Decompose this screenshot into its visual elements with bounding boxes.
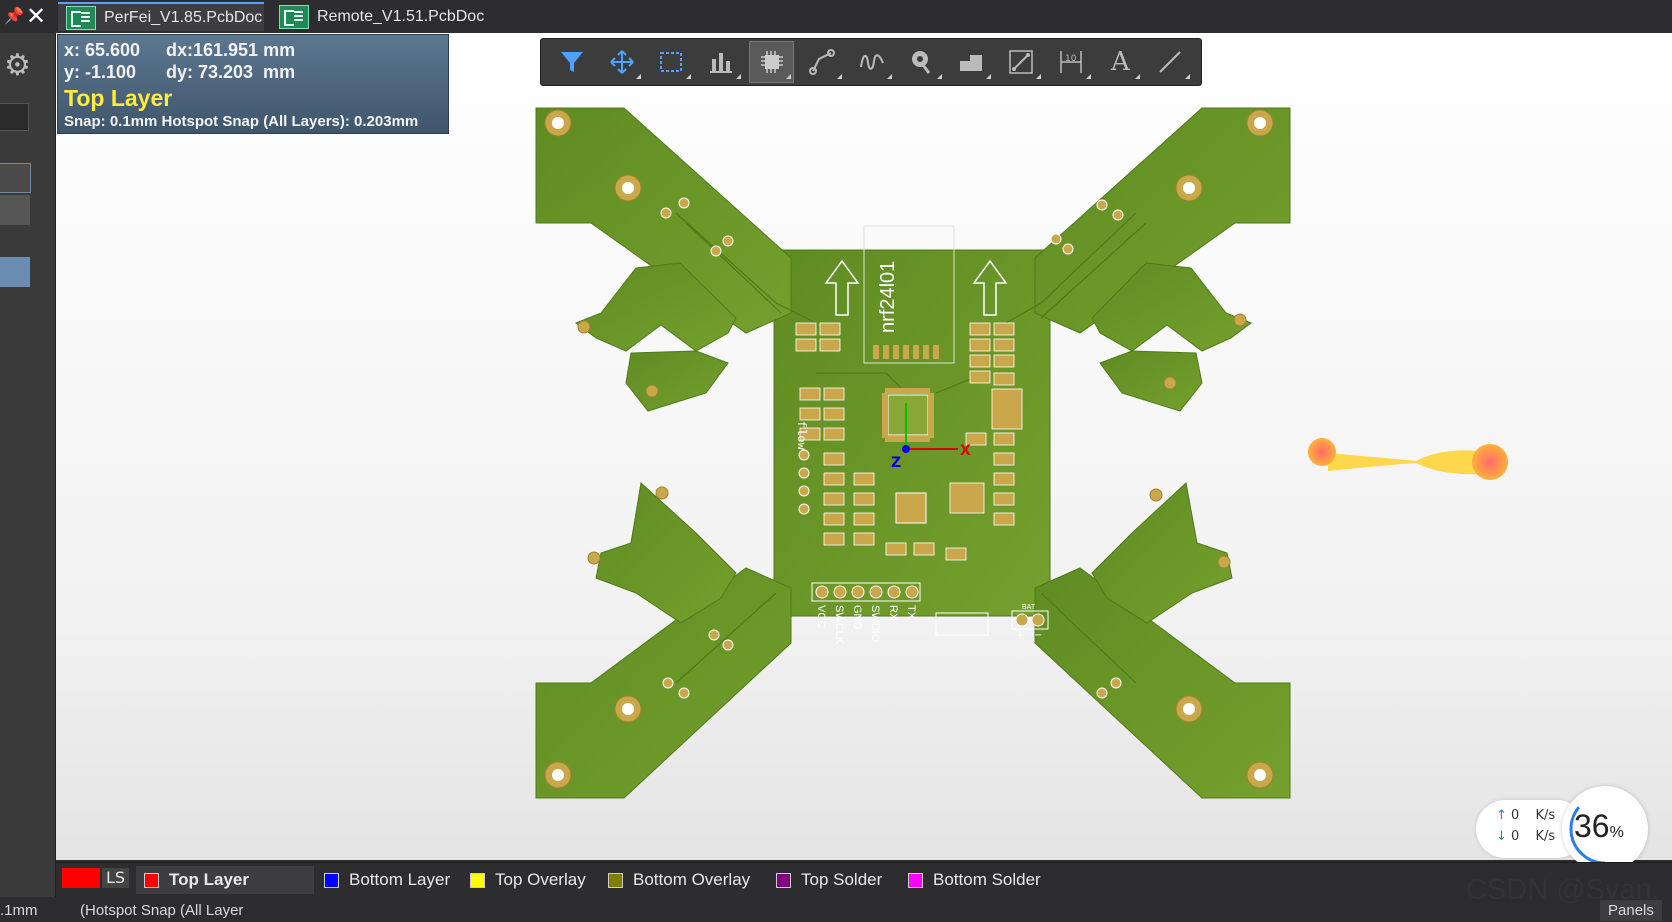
select-rect-icon[interactable] — [649, 42, 693, 82]
close-icon[interactable]: ✕ — [26, 2, 46, 30]
layer-label: Top Overlay — [495, 870, 586, 889]
panel-strip-3[interactable] — [0, 195, 30, 225]
cpu-value: 36 — [1574, 808, 1610, 844]
panel-strip-4[interactable] — [0, 257, 30, 287]
cpu-gauge[interactable]: 36% — [1562, 786, 1648, 872]
coordinate-hud: x: 65.600 dx:161.951 mm y: -1.100 dy: 73… — [57, 34, 449, 134]
download-unit: K/s — [1535, 829, 1556, 844]
layer-label: Bottom Solder — [933, 870, 1041, 889]
layer-label: Bottom Layer — [349, 870, 451, 889]
layer-swatch — [144, 872, 159, 888]
layer-tab-top-overlay[interactable]: Top Overlay — [470, 866, 600, 894]
upload-unit: K/s — [1535, 808, 1556, 823]
align-icon[interactable] — [699, 42, 743, 82]
download-arrow-icon: ↓ — [1496, 829, 1507, 844]
tab-label: Remote_V1.51.PcbDoc — [317, 7, 485, 25]
text-glyph: A — [1111, 47, 1130, 77]
pin-label-rx: RX — [887, 605, 899, 621]
axis-x-label: X — [960, 443, 971, 459]
status-bar: .1mm (Hotspot Snap (All Layer Panels — [0, 897, 1672, 922]
left-panel: ⚙ — [0, 33, 56, 903]
layer-swatch — [324, 872, 339, 888]
pin-icon[interactable]: 📌 — [4, 6, 24, 25]
move-icon[interactable] — [600, 42, 644, 82]
layer-label: Bottom Overlay — [633, 870, 751, 889]
component-icon[interactable] — [748, 41, 795, 83]
layer-label: Top Solder — [801, 870, 883, 889]
active-bar-toolbar: 10 A — [540, 38, 1202, 86]
pin-label-gnd: GND — [851, 605, 863, 630]
upload-arrow-icon: ↑ — [1496, 808, 1507, 823]
hud-y: y: -1.100 — [64, 62, 137, 82]
download-speed: 0 — [1511, 829, 1520, 844]
panel-strip-2[interactable] — [0, 163, 31, 193]
layer-tab-bottom-solder[interactable]: Bottom Solder — [908, 866, 1058, 894]
side-label: flow — [794, 421, 808, 451]
layer-set-button[interactable]: LS — [102, 868, 130, 888]
bat-minus: − — [1034, 630, 1042, 641]
text-icon[interactable]: A — [1099, 42, 1143, 82]
layer-tab-top-layer[interactable]: Top Layer — [136, 866, 314, 894]
pcb-doc-icon — [66, 5, 96, 30]
status-snap-middle: (Hotspot Snap (All Layer — [80, 902, 244, 919]
interactive-tune-icon[interactable] — [850, 42, 894, 82]
pin-label-vcc: VCC — [815, 605, 827, 628]
tab-perfei[interactable]: PerFei_V1.85.PcbDoc — [58, 2, 264, 31]
filter-icon[interactable] — [550, 42, 594, 82]
svg-text:10: 10 — [1065, 54, 1077, 64]
layer-swatch — [608, 872, 623, 888]
layer-label: Top Layer — [169, 870, 249, 889]
tab-remote[interactable]: Remote_V1.51.PcbDoc — [275, 2, 519, 31]
layer-tab-bar: Top Layer Bottom Layer Top Overlay Botto… — [56, 862, 1672, 897]
pcb-canvas[interactable]: nrf24l01 flow VCC SWCLK GND SWDIO RX TX … — [56, 33, 1672, 860]
upload-speed: 0 — [1511, 808, 1520, 823]
via-icon[interactable] — [900, 42, 944, 82]
cpu-unit: % — [1609, 824, 1624, 841]
module-label: nrf24l01 — [877, 261, 899, 333]
hud-layer: Top Layer — [64, 85, 173, 111]
status-snap-left: .1mm — [0, 902, 38, 919]
layer-tab-bottom-layer[interactable]: Bottom Layer — [324, 866, 464, 894]
bat-plus: + — [1016, 630, 1024, 641]
watermark: CSDN @Svan. — [1466, 874, 1660, 906]
polygon-icon[interactable] — [950, 42, 994, 82]
panel-strip-1[interactable] — [0, 103, 29, 131]
layer-swatch — [908, 872, 923, 888]
hud-x: x: 65.600 — [64, 40, 141, 60]
pcb-board: nrf24l01 flow VCC SWCLK GND SWDIO RX TX … — [535, 107, 1508, 799]
track-icon[interactable] — [999, 42, 1043, 82]
pin-label-swclk: SWCLK — [833, 605, 845, 645]
current-layer-color[interactable] — [62, 868, 100, 888]
pin-label-swdio: SWDIO — [869, 605, 881, 643]
layer-swatch — [470, 872, 485, 888]
hud-dy: dy: 73.203 mm — [166, 62, 296, 82]
tab-label: PerFei_V1.85.PcbDoc — [104, 8, 263, 26]
bat-label: BAT — [1022, 604, 1036, 611]
hud-dx: dx:161.951 mm — [166, 40, 296, 60]
gear-icon[interactable]: ⚙ — [4, 51, 34, 81]
axis-z-label: Z — [891, 455, 901, 471]
pcb-doc-icon — [279, 4, 309, 29]
hud-snap: Snap: 0.1mm Hotspot Snap (All Layers): 0… — [64, 113, 419, 130]
pin-label-tx: TX — [905, 605, 917, 620]
dimension-icon[interactable]: 10 — [1049, 42, 1093, 82]
layer-swatch — [776, 872, 791, 888]
line-icon[interactable] — [1148, 42, 1192, 82]
layer-tab-bottom-overlay[interactable]: Bottom Overlay — [608, 866, 768, 894]
document-tab-bar: 📌 ✕ PerFei_V1.85.PcbDoc Remote_V1.51.Pcb… — [0, 0, 1672, 34]
layer-tab-top-solder[interactable]: Top Solder — [776, 866, 896, 894]
route-icon[interactable] — [800, 42, 844, 82]
